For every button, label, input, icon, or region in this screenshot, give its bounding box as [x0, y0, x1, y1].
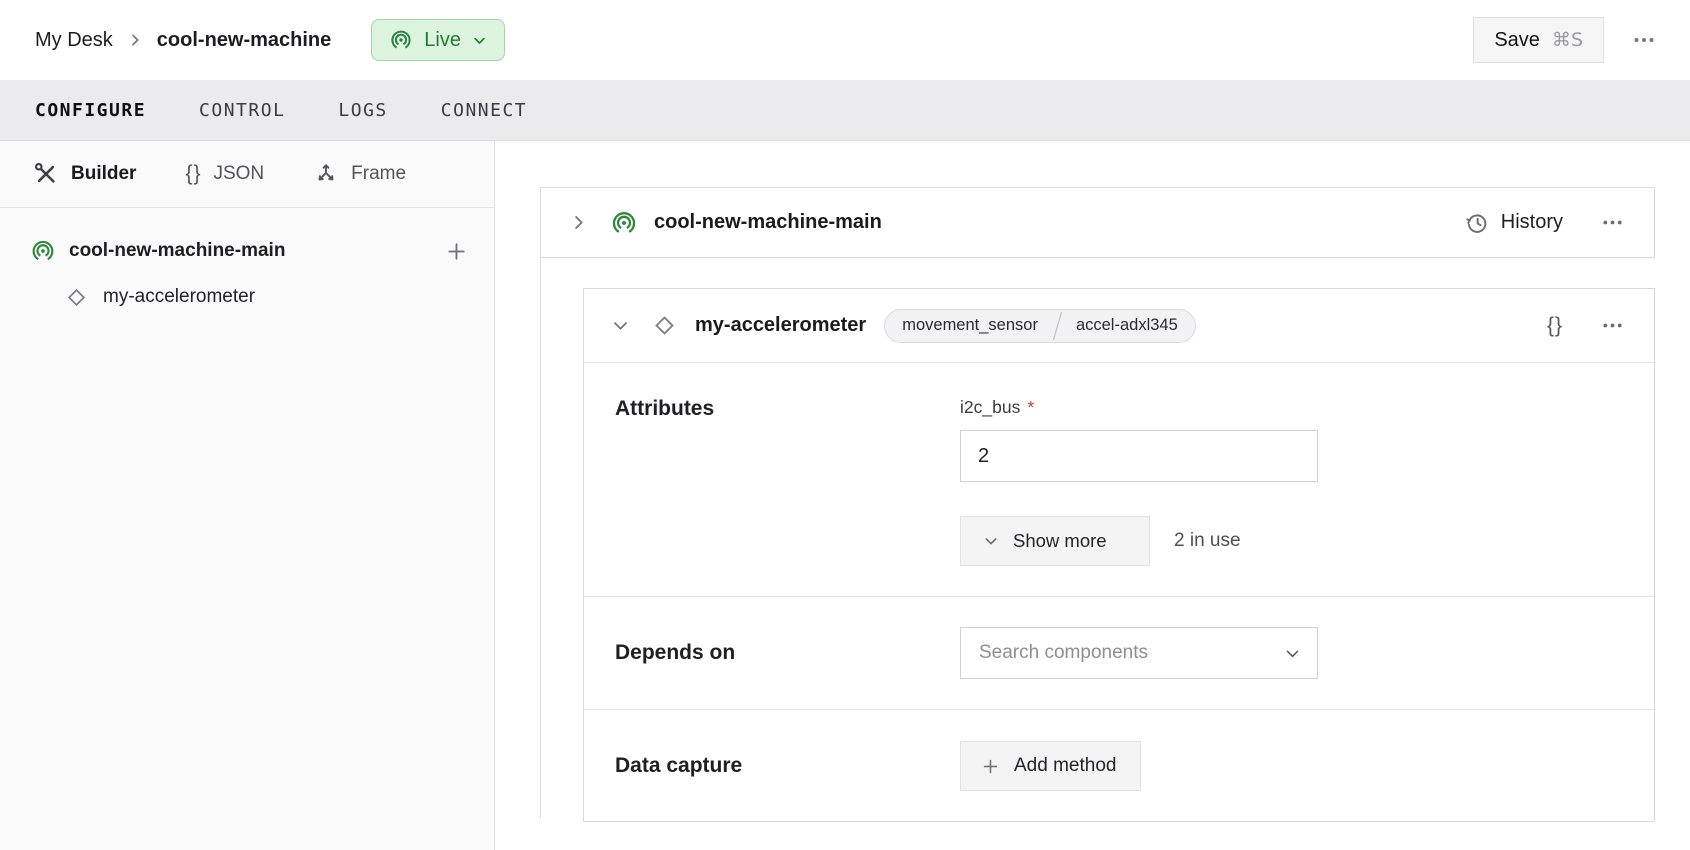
- sidebar: Builder {} JSON Frame: [0, 141, 495, 850]
- show-more-label: Show more: [1013, 530, 1107, 552]
- part-menu-button[interactable]: [1597, 207, 1628, 238]
- body: Builder {} JSON Frame: [0, 141, 1690, 850]
- component-card-title: my-accelerometer: [695, 314, 866, 337]
- breadcrumb-parent[interactable]: My Desk: [35, 29, 113, 52]
- depends-on-section: Depends on Search components: [584, 596, 1654, 709]
- ellipsis-icon: [1601, 314, 1624, 337]
- tree-component-name: my-accelerometer: [103, 286, 255, 308]
- add-component-button[interactable]: [441, 236, 472, 267]
- show-more-row: Show more 2 in use: [960, 516, 1318, 566]
- component-card: my-accelerometer movement_sensor accel-a…: [583, 288, 1655, 822]
- part-card: cool-new-machine-main History: [540, 187, 1655, 258]
- config-content: cool-new-machine-main History: [495, 141, 1690, 850]
- attributes-in-use-count: 2 in use: [1174, 530, 1241, 552]
- component-json-button[interactable]: {}: [1543, 310, 1567, 342]
- machine-part-icon: [30, 238, 56, 264]
- component-model-tag: accel-adxl345: [1063, 316, 1195, 335]
- view-frame[interactable]: Frame: [313, 161, 406, 187]
- component-menu-button[interactable]: [1597, 310, 1628, 341]
- component-card-header: my-accelerometer movement_sensor accel-a…: [584, 289, 1654, 363]
- app-root: My Desk cool-new-machine Live Save ⌘S CO…: [0, 0, 1690, 850]
- tools-icon: [33, 161, 59, 187]
- data-capture-section-label: Data capture: [615, 754, 960, 778]
- show-more-button[interactable]: Show more: [960, 516, 1150, 566]
- required-asterisk: *: [1027, 397, 1034, 418]
- tree-item-component[interactable]: my-accelerometer: [0, 274, 494, 320]
- ellipsis-icon: [1601, 211, 1624, 234]
- braces-icon: {}: [185, 162, 201, 186]
- depends-on-select[interactable]: Search components: [960, 627, 1318, 679]
- i2c-bus-input[interactable]: [960, 430, 1318, 482]
- chevron-right-icon: [569, 213, 588, 232]
- part-card-actions: History: [1464, 207, 1628, 238]
- frame-axes-icon: [313, 161, 339, 187]
- pill-divider: [1052, 310, 1063, 342]
- topbar: My Desk cool-new-machine Live Save ⌘S: [0, 0, 1690, 80]
- part-expand-button[interactable]: [565, 209, 592, 236]
- i2c-bus-field-label: i2c_bus *: [960, 397, 1318, 418]
- history-button[interactable]: History: [1464, 210, 1563, 236]
- component-collapse-button[interactable]: [607, 312, 634, 339]
- breadcrumb: My Desk cool-new-machine: [35, 29, 331, 52]
- component-diamond-icon: [64, 285, 89, 310]
- braces-icon: {}: [1547, 314, 1563, 338]
- add-method-label: Add method: [1014, 755, 1116, 777]
- history-icon: [1464, 210, 1490, 236]
- component-type-tag: movement_sensor: [885, 316, 1052, 335]
- field-label-text: i2c_bus: [960, 397, 1020, 418]
- view-builder-label: Builder: [71, 163, 136, 185]
- attributes-fields: i2c_bus * Show more 2 in use: [960, 397, 1318, 566]
- chevron-down-icon: [983, 533, 999, 549]
- tab-configure[interactable]: CONFIGURE: [35, 94, 146, 127]
- plus-icon: [445, 240, 468, 263]
- save-button-label: Save: [1494, 29, 1540, 52]
- machine-tree: cool-new-machine-main my-accelerometer: [0, 208, 494, 320]
- component-type-pill: movement_sensor accel-adxl345: [884, 309, 1196, 343]
- tabbar: CONFIGURE CONTROL LOGS CONNECT: [0, 80, 1690, 141]
- breadcrumb-current: cool-new-machine: [157, 29, 331, 52]
- add-method-button[interactable]: Add method: [960, 741, 1141, 791]
- save-shortcut: ⌘S: [1552, 29, 1583, 51]
- part-card-title: cool-new-machine-main: [654, 211, 882, 234]
- tab-control[interactable]: CONTROL: [199, 94, 285, 127]
- view-json-label: JSON: [213, 163, 264, 185]
- ellipsis-icon: [1632, 28, 1656, 52]
- chevron-down-icon: [472, 33, 487, 48]
- attributes-section-label: Attributes: [615, 397, 960, 566]
- machine-status-badge[interactable]: Live: [371, 19, 505, 61]
- depends-on-placeholder: Search components: [979, 642, 1148, 664]
- component-card-actions: {}: [1543, 310, 1628, 342]
- breadcrumb-chevron-icon: [127, 32, 143, 48]
- tree-item-main-part[interactable]: cool-new-machine-main: [0, 228, 494, 274]
- live-badge-label: Live: [424, 29, 461, 52]
- data-capture-section: Data capture Add method: [584, 709, 1654, 821]
- plus-icon: [981, 757, 1000, 776]
- machine-part-icon: [610, 209, 638, 237]
- tree-part-name: cool-new-machine-main: [69, 240, 285, 262]
- history-label: History: [1501, 211, 1563, 234]
- chevron-down-icon: [611, 316, 630, 335]
- config-view-switcher: Builder {} JSON Frame: [0, 141, 494, 208]
- view-json[interactable]: {} JSON: [185, 162, 264, 186]
- tab-connect[interactable]: CONNECT: [441, 94, 527, 127]
- view-frame-label: Frame: [351, 163, 406, 185]
- machine-live-icon: [389, 28, 413, 52]
- tab-logs[interactable]: LOGS: [338, 94, 387, 127]
- component-diamond-icon: [651, 312, 678, 339]
- tree-connector-line: [540, 258, 541, 818]
- attributes-section: Attributes i2c_bus * Show more 2: [584, 363, 1654, 596]
- depends-on-section-label: Depends on: [615, 641, 960, 665]
- save-button[interactable]: Save ⌘S: [1473, 17, 1604, 63]
- topbar-menu-button[interactable]: [1628, 24, 1660, 56]
- chevron-down-icon: [1284, 645, 1301, 662]
- view-builder[interactable]: Builder: [33, 161, 136, 187]
